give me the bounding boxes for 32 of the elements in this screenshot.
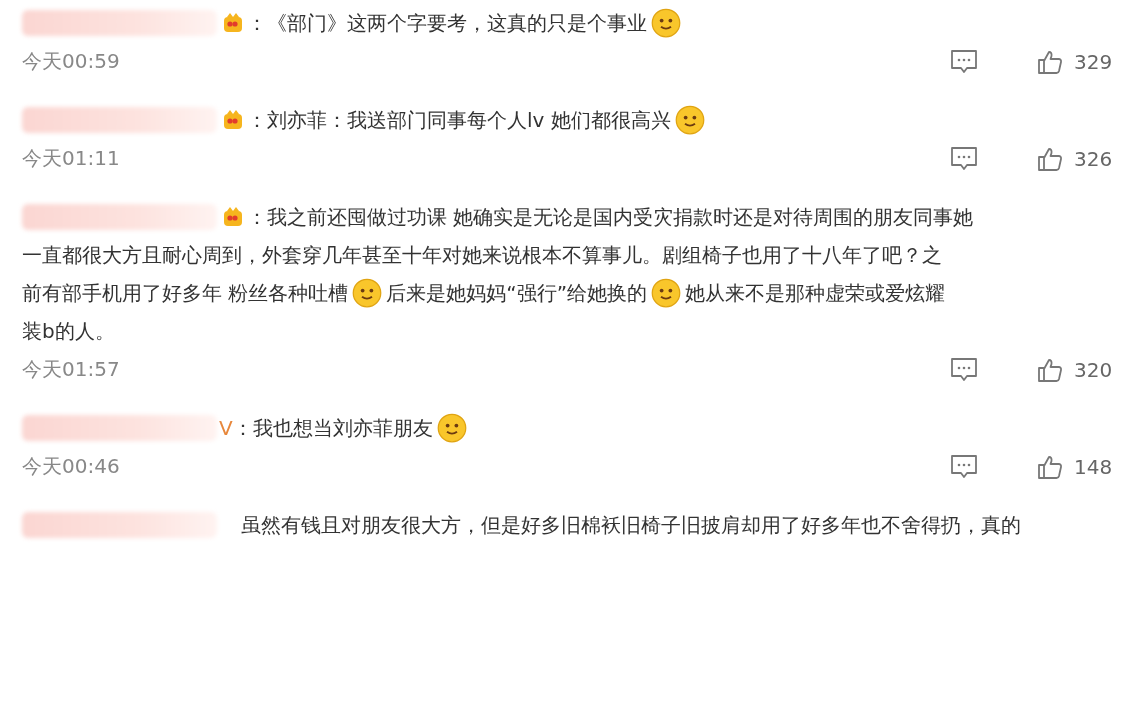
comment-icon[interactable] <box>950 48 978 75</box>
comment-text: 装b的人。 <box>22 317 115 345</box>
like-count: 329 <box>1074 49 1114 74</box>
emoji-icon <box>436 413 467 443</box>
comment-text: 后来是她妈妈“强行”给她换的 <box>386 279 648 307</box>
comment-time: 今天00:46 <box>22 453 120 480</box>
comment-icon[interactable] <box>950 145 978 172</box>
comment-time: 今天01:11 <box>22 145 120 172</box>
thumbs-up-icon[interactable] <box>1036 48 1064 75</box>
emoji-icon <box>352 278 383 308</box>
emoji-icon <box>651 278 682 308</box>
comment-text: 她从来不是那种虚荣或爱炫耀 <box>685 279 946 307</box>
user-name[interactable]: V <box>219 416 233 440</box>
comment-time: 今天00:59 <box>22 48 120 75</box>
comment-text: 虽然有钱且对朋友很大方，但是好多旧棉袄旧椅子旧披肩却用了好多年也不舍得扔，真的 <box>241 511 1021 539</box>
like-count: 326 <box>1074 146 1114 171</box>
emoji-icon <box>674 105 705 135</box>
comment-text: ：我之前还囤做过功课 她确实是无论是国内受灾捐款时还是对待周围的朋友同事她 <box>247 203 974 231</box>
comment-text: ：我也想当刘亦菲朋友 <box>232 414 433 442</box>
comment-text: 一直都很大方且耐心周到，外套穿几年甚至十年对她来说根本不算事儿。剧组椅子也用了十八年了吧？之 <box>22 241 942 269</box>
thumbs-up-icon[interactable] <box>1036 145 1064 172</box>
comment-icon[interactable] <box>950 356 978 383</box>
comment-text: 前有部手机用了好多年 粉丝各种吐槽 <box>22 279 349 307</box>
like-count: 320 <box>1074 357 1114 382</box>
emoji-icon <box>651 8 681 38</box>
thumbs-up-icon[interactable] <box>1036 356 1064 383</box>
comment-text: ：《部门》这两个字要考，这真的只是个事业 <box>247 9 647 37</box>
comment-icon[interactable] <box>950 453 978 480</box>
comment-text: ：刘亦菲：我送部门同事每个人lv 她们都很高兴 <box>247 106 671 134</box>
like-count: 148 <box>1074 454 1114 479</box>
comment-time: 今天01:57 <box>22 356 120 383</box>
thumbs-up-icon[interactable] <box>1036 453 1064 480</box>
